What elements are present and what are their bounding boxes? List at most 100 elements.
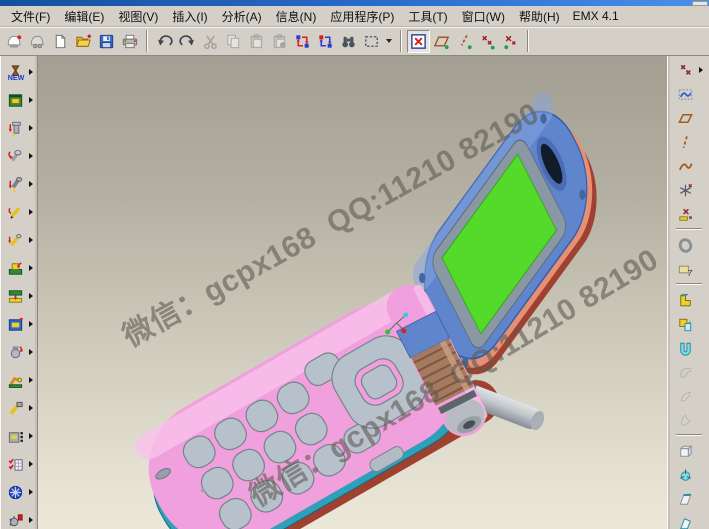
emx-mold-plates-button[interactable] <box>4 285 26 307</box>
hole-tool-button[interactable] <box>674 440 696 462</box>
menu-item-f[interactable]: 文件(F) <box>4 6 57 27</box>
flip-phone-3d-model[interactable] <box>38 56 667 529</box>
graphics-viewport[interactable]: 微信：gcpx168 QQ:11210 82190 微信：gcpx168 QQ:… <box>38 56 667 529</box>
ring-tool-button[interactable] <box>674 234 696 256</box>
datum-curve-tool-button[interactable] <box>674 155 696 177</box>
coordinate-system-tool-button[interactable] <box>674 203 696 225</box>
emx-arm-tool-button[interactable] <box>4 369 26 391</box>
datum-point-flyout-button[interactable] <box>674 59 696 81</box>
window-titlebar[interactable] <box>0 0 709 6</box>
regenerate-custom-button[interactable] <box>314 30 337 53</box>
window-controls[interactable] <box>692 1 708 6</box>
plane-seven-tool-button[interactable] <box>674 258 696 280</box>
emx-marker-tool-button[interactable] <box>4 229 26 251</box>
extrude-tool-button[interactable] <box>674 289 696 311</box>
new-object-button[interactable] <box>3 30 26 53</box>
sketch-tool-button[interactable] <box>674 83 696 105</box>
emx-screw-component-button[interactable] <box>4 145 26 167</box>
blend-tool-button-row <box>668 360 709 384</box>
draft-tool-button[interactable] <box>674 488 696 510</box>
emx-press-dots-button[interactable] <box>4 425 26 447</box>
sweep-tool-button[interactable] <box>674 337 696 359</box>
emx-press-blue-button[interactable] <box>4 313 26 335</box>
flyout-arrow-icon[interactable] <box>29 517 33 523</box>
emx-brush-tool-button[interactable] <box>4 397 26 419</box>
datum-points-toggle[interactable] <box>476 30 499 53</box>
save-icon <box>97 32 116 51</box>
copy-button[interactable] <box>222 30 245 53</box>
paste-special-button[interactable] <box>268 30 291 53</box>
flyout-arrow-icon[interactable] <box>29 405 33 411</box>
cut-icon <box>201 32 220 51</box>
datum-planes-toggle[interactable] <box>430 30 453 53</box>
toolbar-separator <box>527 30 529 52</box>
datum-plane-tool-button[interactable] <box>674 107 696 129</box>
point-tool-button[interactable] <box>674 179 696 201</box>
flyout-arrow-icon[interactable] <box>29 237 33 243</box>
flyout-arrow-icon[interactable] <box>29 181 33 187</box>
emx-new-project-button[interactable] <box>4 61 26 83</box>
flyout-arrow-icon[interactable] <box>29 377 33 383</box>
toolbar-separator <box>676 283 702 285</box>
datum-axes-toggle[interactable] <box>453 30 476 53</box>
swept-blend-tool-button[interactable] <box>674 409 696 431</box>
flyout-arrow-icon[interactable] <box>29 153 33 159</box>
menu-item-w[interactable]: 窗口(W) <box>455 6 512 27</box>
menu-item-t[interactable]: 工具(T) <box>401 6 454 27</box>
select-box-icon <box>362 32 381 51</box>
flyout-arrow-icon[interactable] <box>29 265 33 271</box>
new-file-button[interactable] <box>49 30 72 53</box>
shell-tool-button[interactable] <box>674 512 696 529</box>
spin-center-toggle[interactable] <box>407 30 430 53</box>
datum-csys-toggle[interactable] <box>499 30 522 53</box>
revolve-tool-button[interactable] <box>674 313 696 335</box>
redo-button[interactable] <box>176 30 199 53</box>
emx-bolt-component-button-row <box>0 114 37 142</box>
menu-item-i[interactable]: 插入(I) <box>165 6 214 27</box>
flyout-arrow-icon[interactable] <box>29 125 33 131</box>
open-file-button[interactable] <box>72 30 95 53</box>
flyout-arrow-icon[interactable] <box>29 209 33 215</box>
undo-button[interactable] <box>153 30 176 53</box>
flyout-arrow-icon[interactable] <box>29 489 33 495</box>
flyout-arrow-icon[interactable] <box>29 433 33 439</box>
menu-item-n[interactable]: 信息(N) <box>269 6 324 27</box>
emx-bolt-component-button[interactable] <box>4 117 26 139</box>
flyout-arrow-icon[interactable] <box>699 67 703 73</box>
select-box-button[interactable] <box>360 30 383 53</box>
datum-curve-tool-button-row <box>668 154 709 178</box>
menu-item-e[interactable]: 编辑(E) <box>57 6 111 27</box>
flyout-arrow-icon[interactable] <box>29 349 33 355</box>
emx-fastener-button[interactable] <box>4 173 26 195</box>
emx-pencil-tool-button[interactable] <box>4 201 26 223</box>
paste-button[interactable] <box>245 30 268 53</box>
select-box-caret-icon[interactable] <box>386 39 392 43</box>
round-tool-button[interactable] <box>674 464 696 486</box>
flyout-arrow-icon[interactable] <box>29 321 33 327</box>
emx-stamp-tool-button[interactable] <box>4 341 26 363</box>
datum-axis-tool-button[interactable] <box>674 131 696 153</box>
flyout-arrow-icon[interactable] <box>29 97 33 103</box>
open-object-button[interactable] <box>26 30 49 53</box>
boundary-blend-tool-button[interactable] <box>674 385 696 407</box>
menu-item-v[interactable]: 视图(V) <box>111 6 165 27</box>
emx-mold-machine-button[interactable] <box>4 257 26 279</box>
paste-icon <box>247 32 266 51</box>
blend-tool-button[interactable] <box>674 361 696 383</box>
emx-pen2-icon <box>6 231 25 250</box>
find-button[interactable] <box>337 30 360 53</box>
menu-item-a[interactable]: 分析(A) <box>215 6 269 27</box>
save-button[interactable] <box>95 30 118 53</box>
emx-moldbase-button[interactable] <box>4 89 26 111</box>
flyout-arrow-icon[interactable] <box>29 293 33 299</box>
menu-item-h[interactable]: 帮助(H) <box>512 6 567 27</box>
emx-gear-assembly-button[interactable] <box>4 509 26 529</box>
emx-checklist-button[interactable] <box>4 453 26 475</box>
menu-item-p[interactable]: 应用程序(P) <box>323 6 401 27</box>
regenerate-button[interactable] <box>291 30 314 53</box>
cut-button[interactable] <box>199 30 222 53</box>
emx-grid-wheel-button[interactable] <box>4 481 26 503</box>
print-button[interactable] <box>118 30 141 53</box>
flyout-arrow-icon[interactable] <box>29 461 33 467</box>
flyout-arrow-icon[interactable] <box>29 69 33 75</box>
